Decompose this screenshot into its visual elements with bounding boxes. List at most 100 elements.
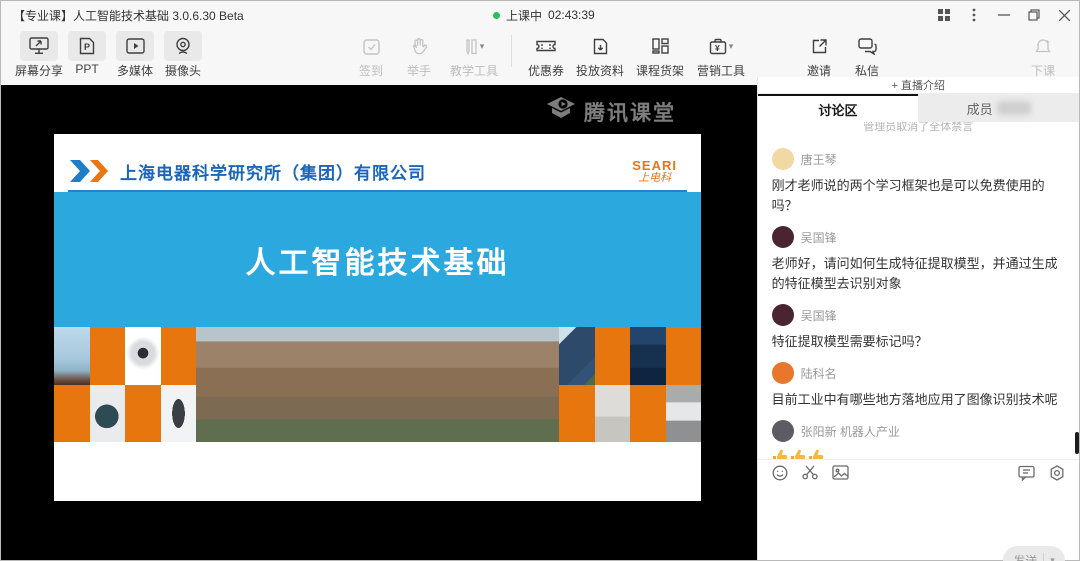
more-menu-icon[interactable] [959,1,989,29]
chat-message: 张阳新 机器人产业 [772,420,1065,459]
right-panel: + 直播介绍 讨论区 成员 管理员取消了全体禁言 唐王琴 刚才老师说的两个学习框… [757,77,1079,560]
watermark: 腾讯课堂 [546,96,676,127]
close-button[interactable] [1049,1,1079,29]
chat-scrollbar[interactable] [1075,432,1079,454]
live-intro-tab[interactable]: + 直播介绍 [758,77,1079,94]
slide: 上海电器科学研究所（集团）有限公司 SEARI 上电科 人工智能技术基础 [54,134,701,501]
chat-username: 吴国锋 [801,229,837,246]
mosaic-photo-motor [90,385,126,443]
mosaic-orange-tile [666,327,701,385]
toolbar-divider [511,35,512,67]
end-class-button[interactable]: 下课 [1019,31,1067,79]
course-shelf-icon [641,31,679,61]
image-upload-icon[interactable] [832,465,849,480]
window-title: 【专业课】人工智能技术基础 3.0.6.30 Beta [1,7,244,24]
mosaic-orange-tile [125,385,161,443]
materials-button[interactable]: 投放资料 [570,31,630,79]
message-settings-icon[interactable] [1018,465,1035,481]
check-in-icon [352,31,390,61]
chat-message-text: 刚才老师说的两个学习框架也是可以免费使用的吗？ [772,176,1065,216]
chat-message: 唐王琴 刚才老师说的两个学习框架也是可以免费使用的吗？ [772,148,1065,216]
chat-username: 吴国锋 [801,307,837,324]
marketing-tools-button[interactable]: ¥ ▾ 营销工具 [690,31,752,79]
avatar [772,148,794,170]
media-button[interactable]: 多媒体 [111,31,159,79]
mosaic-orange-tile [54,385,90,443]
media-play-icon [116,31,154,61]
screenshot-scissors-icon[interactable] [802,465,818,480]
chat-input-toolbar [758,459,1079,485]
send-button[interactable]: 发送 ▾ [1003,546,1065,561]
mosaic-photo-solar [559,327,594,385]
chat-message-head: 张阳新 机器人产业 [772,420,1065,442]
mosaic-orange-tile [630,385,665,443]
camera-button[interactable]: 摄像头 [159,31,207,79]
window-controls [929,1,1079,29]
avatar [772,362,794,384]
chat-message-text: 目前工业中有哪些地方落地应用了图像识别技术呢 [772,390,1065,410]
company-name: 上海电器科学研究所（集团）有限公司 [120,159,426,184]
main-content: 腾讯课堂 上海电器科学研究所（集团）有限公司 SEARI 上电科 人工智能技术 [1,77,1079,560]
chat-area[interactable]: 管理员取消了全体禁言 唐王琴 刚才老师说的两个学习框架也是可以免费使用的吗？ 吴… [758,122,1079,459]
class-status-label: 上课中 [506,7,542,24]
chat-message-head: 陆科名 [772,362,1065,384]
private-message-button[interactable]: 私信 [843,31,891,79]
chat-message: 陆科名 目前工业中有哪些地方落地应用了图像识别技术呢 [772,362,1065,410]
chat-settings-gear-icon[interactable] [1049,465,1065,481]
mosaic-photo-building [196,327,559,442]
ppt-file-icon: P [68,31,106,61]
slide-banner: 人工智能技术基础 [54,192,701,327]
thumbs-up-emoji [790,449,806,459]
mosaic-right [559,327,701,442]
tab-discussion[interactable]: 讨论区 [758,94,919,122]
camera-icon [164,31,202,61]
svg-text:¥: ¥ [715,43,720,53]
coupon-icon [527,31,565,61]
slide-title: 人工智能技术基础 [246,238,510,282]
chat-message-head: 唐王琴 [772,148,1065,170]
watermark-text: 腾讯课堂 [584,97,676,127]
mosaic-photo-room [595,385,630,443]
header-rule [68,190,687,192]
mosaic-photo-equip [630,327,665,385]
materials-icon [581,31,619,61]
teaching-tools-button[interactable]: ▾ 教学工具 [443,31,505,79]
chat-username: 张阳新 机器人产业 [801,423,900,440]
screen-share-button[interactable]: 屏幕分享 [15,31,63,79]
coupon-button[interactable]: 优惠券 [522,31,570,79]
thumbs-up-emoji [772,449,788,459]
chat-message: 吴国锋 老师好，请问如何生成特征提取模型，并通过生成的特征模型去识别对象 [772,226,1065,294]
mosaic-photo-turbine [54,327,90,385]
avatar [772,226,794,248]
send-divider [1043,553,1044,561]
mosaic-photo-breaker [161,385,197,443]
member-count-blurred [997,101,1031,115]
invite-share-icon [800,31,838,61]
restore-button[interactable] [1019,1,1049,29]
image-mosaic [54,327,701,442]
chat-message-head: 吴国锋 [772,304,1065,326]
video-stage: 腾讯课堂 上海电器科学研究所（集团）有限公司 SEARI 上电科 人工智能技术 [1,85,757,560]
ppt-button[interactable]: P PPT [63,31,111,76]
tab-members[interactable]: 成员 [918,94,1079,122]
raise-hand-icon [400,31,438,61]
mosaic-orange-tile [161,327,197,385]
message-input[interactable]: 发送 ▾ [758,485,1079,560]
layout-grid-icon[interactable] [929,1,959,29]
chat-bubbles-icon [848,31,886,61]
course-shelf-button[interactable]: 课程货架 [630,31,690,79]
invite-button[interactable]: 邀请 [795,31,843,79]
double-chevron-icon [68,158,112,184]
chat-message-text [772,448,1065,459]
tencent-classroom-logo-icon [546,96,576,127]
raise-hand-button[interactable]: 举手 [395,31,443,79]
system-message: 管理员取消了全体禁言 [772,122,1065,138]
chat-username: 唐王琴 [801,151,837,168]
check-in-button[interactable]: 签到 [347,31,395,79]
minimize-button[interactable] [989,1,1019,29]
live-status-dot [493,12,500,19]
emoji-picker-icon[interactable] [772,465,788,481]
chat-message-list: 唐王琴 刚才老师说的两个学习框架也是可以免费使用的吗？ 吴国锋 老师好，请问如何… [772,148,1065,459]
chevron-down-icon: ▾ [729,41,734,52]
svg-text:P: P [84,42,90,52]
